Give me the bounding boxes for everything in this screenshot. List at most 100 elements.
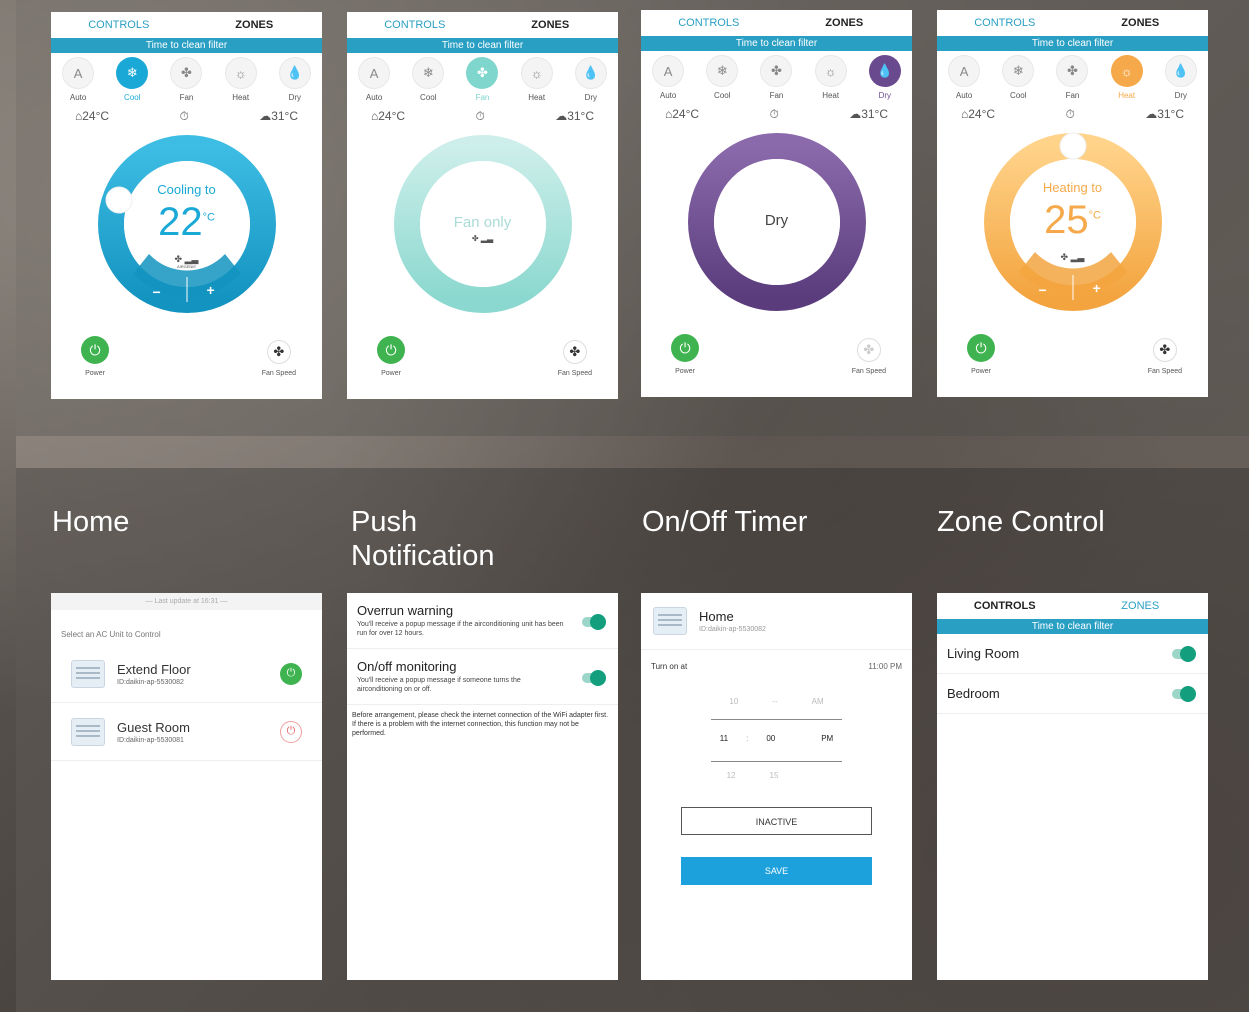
droplet-icon: 💧 xyxy=(574,57,607,89)
increase-button[interactable]: + xyxy=(207,282,215,298)
power-control[interactable]: ⏻ Power xyxy=(377,336,405,377)
dial-status: Dry xyxy=(764,212,789,229)
picker-min-above[interactable]: -- xyxy=(772,697,777,706)
mode-label: Auto xyxy=(955,91,973,100)
snowflake-icon: ❄ xyxy=(412,57,445,89)
fan-icon[interactable]: ✤ xyxy=(562,340,587,364)
power-icon[interactable]: ⏻ xyxy=(967,334,995,362)
fan-icon[interactable]: ✤ xyxy=(856,338,881,362)
mode-heat[interactable]: ☼ Heat xyxy=(1100,55,1154,103)
mode-dry[interactable]: 💧 Dry xyxy=(564,57,618,105)
power-icon[interactable]: ⏻ xyxy=(81,336,109,364)
timer-header: Home ID:daikin-ap-5530082 xyxy=(641,593,912,650)
power-control[interactable]: ⏻ Power xyxy=(81,336,109,377)
cloud-icon: ☁ xyxy=(849,107,862,121)
fan-speed-control[interactable]: ✤ Fan Speed xyxy=(852,338,886,375)
picker-ampm-above[interactable]: AM xyxy=(812,697,824,706)
fan-icon: ✤ xyxy=(170,57,203,89)
tab-zones[interactable]: ZONES xyxy=(1073,17,1209,29)
droplet-icon: 💧 xyxy=(278,57,311,89)
picker-hour-below[interactable]: 12 xyxy=(727,771,736,780)
unit-row-extend-floor[interactable]: Extend Floor ID:daikin-ap-5530082 ⏻ xyxy=(51,645,322,703)
mode-heat[interactable]: ☼ Heat xyxy=(214,57,268,105)
power-control[interactable]: ⏻ Power xyxy=(967,334,995,375)
mode-dry[interactable]: 💧 Dry xyxy=(858,55,912,103)
mode-cool[interactable]: ❄ Cool xyxy=(105,57,159,105)
mode-label: Fan xyxy=(179,93,194,102)
zone-row-bedroom[interactable]: Bedroom xyxy=(937,674,1208,714)
tab-controls[interactable]: CONTROLS xyxy=(347,19,483,31)
tab-controls[interactable]: CONTROLS xyxy=(937,600,1073,612)
fan-speed-control[interactable]: ✤ Fan Speed xyxy=(262,340,296,377)
decrease-button[interactable]: − xyxy=(153,284,161,300)
dial-setpoint: 25°C xyxy=(983,198,1163,243)
fan-speed-control[interactable]: ✤ Fan Speed xyxy=(558,340,592,377)
mode-fan[interactable]: ✤ Fan xyxy=(1045,55,1099,103)
mode-auto[interactable]: A Auto xyxy=(641,55,695,103)
temperature-dial[interactable]: Cooling to 22°C ✤ ▂▃ AIRGENIE − + xyxy=(97,134,277,314)
fan-icon[interactable]: ✤ xyxy=(1152,338,1177,362)
fan-icon[interactable]: ✤ xyxy=(266,340,291,364)
timer-icon[interactable]: ⏱ xyxy=(769,107,778,122)
increase-button[interactable]: + xyxy=(1093,280,1101,296)
tab-controls[interactable]: CONTROLS xyxy=(641,17,777,29)
tab-zones[interactable]: ZONES xyxy=(777,17,913,29)
mode-cool[interactable]: ❄ Cool xyxy=(991,55,1045,103)
mode-fan[interactable]: ✤ Fan xyxy=(749,55,803,103)
save-button[interactable]: SAVE xyxy=(681,857,872,885)
picker-min-below[interactable]: 15 xyxy=(770,771,779,780)
mode-heat[interactable]: ☼ Heat xyxy=(804,55,858,103)
temperature-dial[interactable]: Fan only ✤ ▂▃ xyxy=(393,134,573,314)
mode-cool[interactable]: ❄ Cool xyxy=(401,57,455,105)
fan-speed-control[interactable]: ✤ Fan Speed xyxy=(1148,338,1182,375)
mode-fan[interactable]: ✤ Fan xyxy=(455,57,509,105)
zone-toggle[interactable] xyxy=(1172,685,1196,702)
notif-desc: You'll receive a popup message if the ai… xyxy=(357,621,564,637)
timer-icon[interactable]: ⏱ xyxy=(1065,107,1074,122)
zone-toggle[interactable] xyxy=(1172,645,1196,662)
timer-unit-id: ID:daikin-ap-5530082 xyxy=(699,626,766,633)
decrease-button[interactable]: − xyxy=(1039,282,1047,298)
mode-label: Dry xyxy=(584,93,598,102)
power-button-on[interactable]: ⏻ xyxy=(280,662,302,685)
timer-icon[interactable]: ⏱ xyxy=(475,109,484,124)
power-icon[interactable]: ⏻ xyxy=(377,336,405,364)
picker-hour-above[interactable]: 10 xyxy=(729,697,738,706)
mode-dry[interactable]: 💧 Dry xyxy=(268,57,322,105)
turn-on-time: 11:00 PM xyxy=(868,662,902,671)
mode-auto[interactable]: A Auto xyxy=(937,55,991,103)
temperature-dial[interactable]: Dry xyxy=(687,132,867,312)
mode-label: Heat xyxy=(232,93,250,102)
picker-minute[interactable]: 00 xyxy=(766,734,775,743)
timer-icon[interactable]: ⏱ xyxy=(179,109,188,124)
inactive-button[interactable]: INACTIVE xyxy=(681,807,872,835)
droplet-icon: 💧 xyxy=(1164,55,1197,87)
last-update-label: — Last update at 16:31 — xyxy=(51,593,322,610)
overrun-toggle[interactable] xyxy=(582,614,606,630)
tab-controls[interactable]: CONTROLS xyxy=(51,19,187,31)
mode-auto[interactable]: A Auto xyxy=(51,57,105,105)
sun-icon: ☼ xyxy=(1110,55,1143,87)
temperature-dial[interactable]: Heating to 25°C ✤ ▂▃ − + xyxy=(983,132,1163,312)
time-picker[interactable]: 10 -- AM 11 : 00 PM 12 15 xyxy=(641,687,912,797)
mode-dry[interactable]: 💧 Dry xyxy=(1154,55,1208,103)
power-control[interactable]: ⏻ Power xyxy=(671,334,699,375)
mode-fan[interactable]: ✤ Fan xyxy=(159,57,213,105)
tab-zones[interactable]: ZONES xyxy=(483,19,619,31)
picker-ampm[interactable]: PM xyxy=(821,734,833,743)
indoor-temp-value: 24°C xyxy=(968,107,996,121)
picker-hour[interactable]: 11 xyxy=(720,734,728,743)
tab-controls[interactable]: CONTROLS xyxy=(937,17,1073,29)
tab-zones[interactable]: ZONES xyxy=(1073,600,1209,612)
power-icon[interactable]: ⏻ xyxy=(671,334,699,362)
fan-speed-label: Fan Speed xyxy=(851,368,886,375)
mode-heat[interactable]: ☼ Heat xyxy=(510,57,564,105)
onoff-toggle[interactable] xyxy=(582,670,606,686)
power-button-off[interactable]: ⏻ xyxy=(280,720,302,743)
zone-row-living-room[interactable]: Living Room xyxy=(937,634,1208,674)
mode-cool[interactable]: ❄ Cool xyxy=(695,55,749,103)
mode-auto[interactable]: A Auto xyxy=(347,57,401,105)
unit-row-guest-room[interactable]: Guest Room ID:daikin-ap-5530081 ⏻ xyxy=(51,703,322,761)
power-label: Power xyxy=(675,368,695,375)
tab-zones[interactable]: ZONES xyxy=(187,19,323,31)
